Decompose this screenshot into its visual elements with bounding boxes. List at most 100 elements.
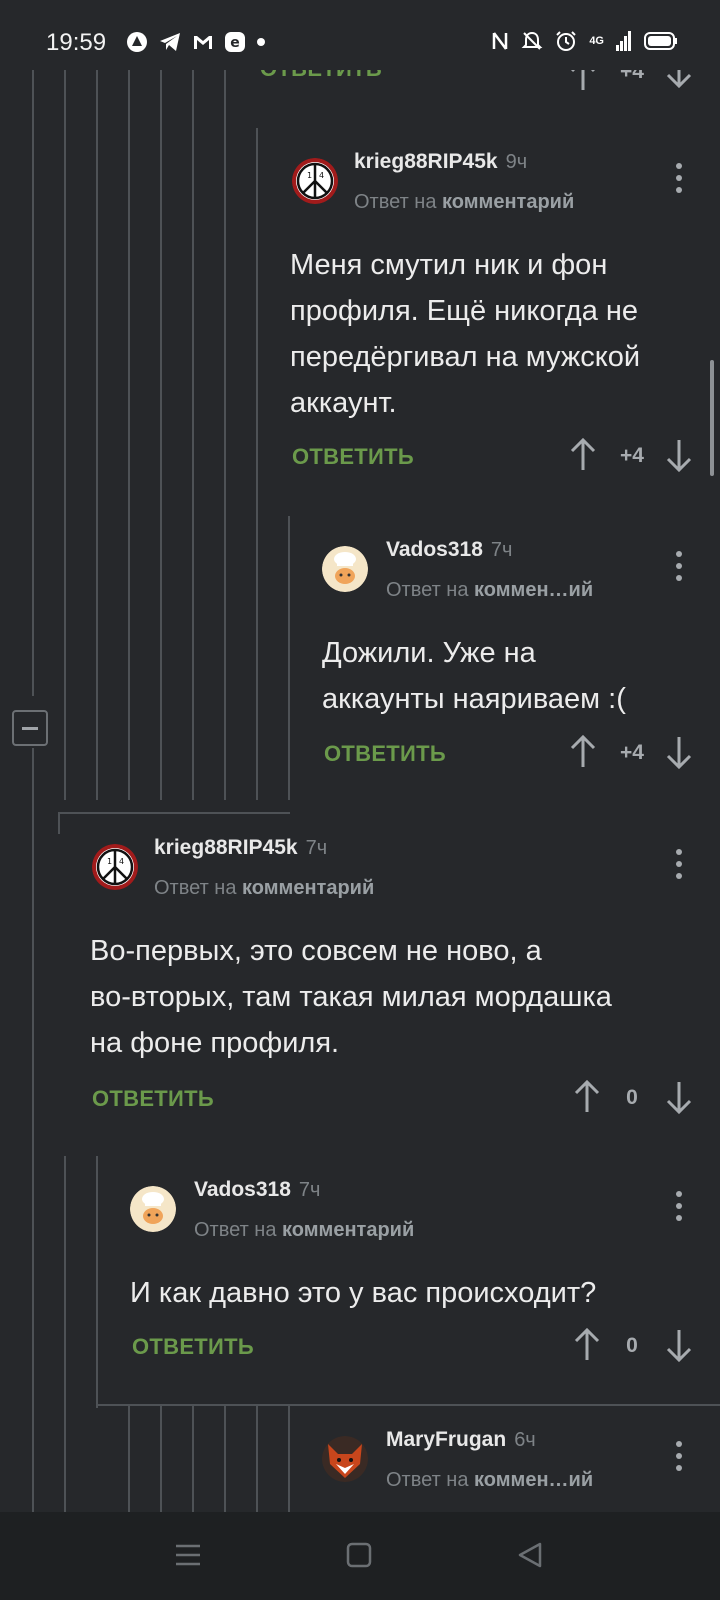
browser-icon: e bbox=[225, 32, 245, 52]
comment-text: Меня смутил ник и фон профиля. Ещё никог… bbox=[290, 242, 700, 426]
reply-to-info: Ответ на коммен…ий bbox=[386, 579, 593, 602]
more-options-icon[interactable] bbox=[664, 160, 694, 196]
reply-prefix: Ответ на bbox=[354, 191, 437, 213]
reply-prefix: Ответ на bbox=[386, 579, 469, 601]
username-text[interactable]: MaryFrugan bbox=[386, 1428, 506, 1451]
downvote-arrow-icon[interactable] bbox=[664, 735, 694, 771]
reply-target-link[interactable]: комментарий bbox=[242, 877, 374, 899]
avatar[interactable] bbox=[322, 546, 368, 592]
reply-target-link[interactable]: коммен…ий bbox=[474, 579, 593, 601]
menu-icon[interactable] bbox=[174, 1542, 202, 1568]
svg-text:1: 1 bbox=[107, 857, 112, 866]
comment-line: Дожили. Уже на bbox=[322, 637, 536, 669]
avatar[interactable] bbox=[130, 1186, 176, 1232]
back-icon[interactable] bbox=[516, 1541, 544, 1569]
reply-prefix: Ответ на bbox=[386, 1469, 469, 1491]
username-text[interactable]: Vados318 bbox=[194, 1178, 291, 1201]
chef-cat-avatar-icon bbox=[322, 546, 368, 592]
reply-target-link[interactable]: комментарий bbox=[442, 191, 574, 213]
battery-icon bbox=[644, 32, 677, 50]
comment-line: передёргивал на мужской bbox=[290, 341, 641, 373]
network-type: 4G bbox=[589, 35, 604, 47]
comment-score: 0 bbox=[626, 1086, 638, 1109]
downvote-arrow-icon[interactable] bbox=[664, 1328, 694, 1364]
comment-text: И как давно это у вас происходит? bbox=[130, 1270, 710, 1316]
username[interactable]: Vados318 7ч bbox=[386, 538, 512, 562]
avatar[interactable] bbox=[322, 1436, 368, 1482]
comment-line: профиля. Ещё никогда не bbox=[290, 295, 639, 327]
reply-to-info: Ответ на комментарий bbox=[154, 877, 374, 900]
reply-to-info: Ответ на комментарий bbox=[194, 1219, 414, 1242]
system-icons: 4G bbox=[491, 30, 678, 52]
reply-prefix: Ответ на bbox=[154, 877, 237, 899]
peace-symbol-avatar-icon: 1 4 bbox=[92, 844, 138, 890]
reply-button[interactable]: ОТВЕТИТЬ bbox=[132, 1334, 254, 1360]
collapse-thread-button[interactable] bbox=[12, 710, 48, 746]
fox-avatar-icon bbox=[322, 1436, 368, 1482]
upvote-arrow-icon[interactable] bbox=[568, 436, 598, 472]
reply-target-link[interactable]: коммен…ий bbox=[474, 1469, 593, 1491]
avatar[interactable]: 1 4 bbox=[92, 844, 138, 890]
signal-icon bbox=[616, 31, 631, 51]
peace-symbol-avatar-icon: 1 4 bbox=[292, 158, 338, 204]
upvote-arrow-icon[interactable] bbox=[572, 1326, 602, 1362]
comment-score: +4 bbox=[620, 741, 644, 764]
comment-score: +4 bbox=[620, 444, 644, 467]
username[interactable]: krieg88RIP45k 9ч bbox=[354, 150, 527, 174]
svg-text:e: e bbox=[230, 35, 240, 51]
comment-line: Меня смутил ник и фон bbox=[290, 249, 608, 281]
more-options-icon[interactable] bbox=[664, 846, 694, 882]
scrollbar[interactable] bbox=[710, 360, 714, 476]
system-navigation-bar bbox=[0, 1512, 720, 1600]
status-bar: 19:59 e 4G bbox=[0, 0, 720, 64]
comment-line: И как давно это у вас происходит? bbox=[130, 1277, 597, 1309]
more-options-icon[interactable] bbox=[664, 1438, 694, 1474]
reply-target-link[interactable]: комментарий bbox=[282, 1219, 414, 1241]
username-text[interactable]: krieg88RIP45k bbox=[154, 836, 298, 859]
home-icon[interactable] bbox=[346, 1542, 372, 1568]
svg-text:4: 4 bbox=[319, 171, 324, 180]
comment-time: 7ч bbox=[298, 1179, 321, 1201]
alarm-icon bbox=[556, 31, 577, 51]
svg-text:1: 1 bbox=[307, 171, 312, 180]
telegram-icon bbox=[160, 33, 180, 51]
svg-text:4: 4 bbox=[119, 857, 124, 866]
comment-text: Дожили. Уже на аккаунты наяриваем :( bbox=[322, 630, 702, 722]
more-options-icon[interactable] bbox=[664, 1188, 694, 1224]
upvote-arrow-icon[interactable] bbox=[572, 1078, 602, 1114]
reply-to-info: Ответ на коммен…ий bbox=[386, 1469, 593, 1492]
reply-button[interactable]: ОТВЕТИТЬ bbox=[292, 444, 414, 470]
comment-text: Во-первых, это совсем не ново, а во-втор… bbox=[90, 928, 700, 1066]
more-options-icon[interactable] bbox=[664, 548, 694, 584]
username[interactable]: MaryFrugan 6ч bbox=[386, 1428, 536, 1452]
reply-prefix: Ответ на bbox=[194, 1219, 277, 1241]
reply-button[interactable]: ОТВЕТИТЬ bbox=[92, 1086, 214, 1112]
username[interactable]: krieg88RIP45k 7ч bbox=[154, 836, 327, 860]
comment-line: на фоне профиля. bbox=[90, 1027, 340, 1059]
nfc-icon bbox=[493, 32, 508, 50]
comment-line: во-вторых, там такая милая мордашка bbox=[90, 981, 612, 1013]
username[interactable]: Vados318 7ч bbox=[194, 1178, 320, 1202]
reply-button[interactable]: ОТВЕТИТЬ bbox=[324, 741, 446, 767]
avatar[interactable]: 1 4 bbox=[292, 158, 338, 204]
app-notification-icon bbox=[127, 32, 147, 52]
more-notifications-dot-icon bbox=[257, 38, 265, 46]
username-text[interactable]: krieg88RIP45k bbox=[354, 150, 498, 173]
comment-line: аккаунт. bbox=[290, 387, 397, 419]
username-text[interactable]: Vados318 bbox=[386, 538, 483, 561]
comment-line: аккаунты наяриваем :( bbox=[322, 683, 626, 715]
comment-time: 7ч bbox=[490, 539, 513, 561]
comment-score: 0 bbox=[626, 1334, 638, 1357]
upvote-arrow-icon[interactable] bbox=[568, 733, 598, 769]
comment-time: 9ч bbox=[505, 151, 528, 173]
reply-to-info: Ответ на комментарий bbox=[354, 191, 574, 214]
downvote-arrow-icon[interactable] bbox=[664, 1080, 694, 1116]
downvote-arrow-icon[interactable] bbox=[664, 438, 694, 474]
comment-time: 6ч bbox=[514, 1429, 536, 1451]
gmail-icon bbox=[194, 36, 212, 49]
bell-muted-icon bbox=[521, 31, 543, 50]
notification-icons: e bbox=[126, 31, 266, 53]
chef-cat-avatar-icon bbox=[130, 1186, 176, 1232]
comment-line: Во-первых, это совсем не ново, а bbox=[90, 935, 542, 967]
comment-time: 7ч bbox=[305, 837, 328, 859]
